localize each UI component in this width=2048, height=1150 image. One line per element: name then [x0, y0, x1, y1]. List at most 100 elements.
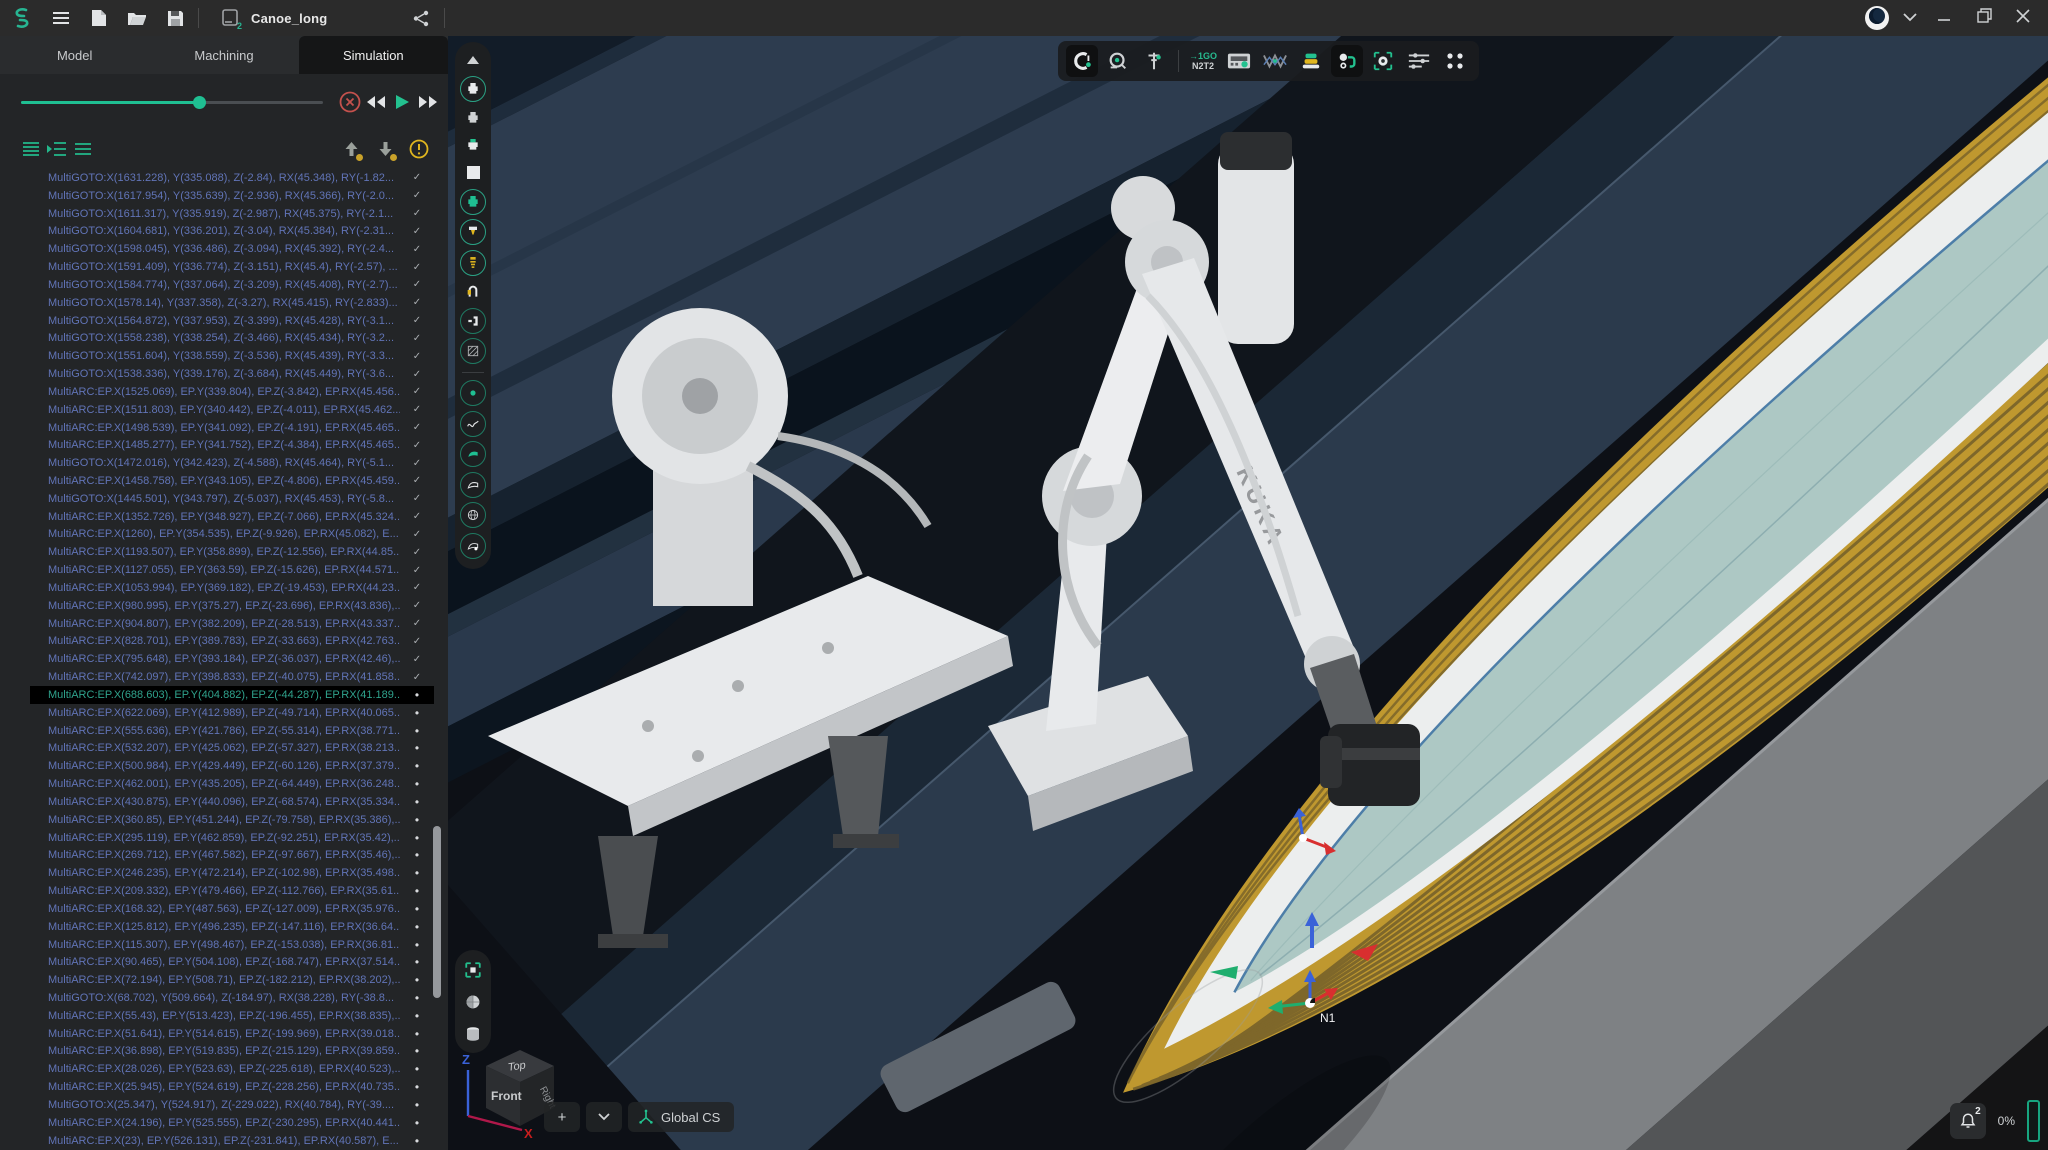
- simulation-progress-slider[interactable]: [21, 95, 323, 109]
- active-cs-selector[interactable]: Global CS: [628, 1102, 734, 1132]
- program-row[interactable]: MultiARC:EP.X(1260), EP.Y(354.535), EP.Z…: [30, 526, 434, 544]
- show-surface-points-icon[interactable]: [460, 533, 486, 559]
- fit-view-icon[interactable]: [460, 958, 486, 981]
- compact-list-icon[interactable]: [70, 136, 96, 162]
- program-row[interactable]: MultiARC:EP.X(904.807), EP.Y(382.209), E…: [30, 615, 434, 633]
- save-button[interactable]: [160, 4, 190, 32]
- tab-machining[interactable]: Machining: [149, 36, 298, 74]
- program-row[interactable]: MultiARC:EP.X(168.32), EP.Y(487.563), EP…: [30, 900, 434, 918]
- stop-button[interactable]: [337, 89, 363, 115]
- program-row[interactable]: MultiGOTO:X(1598.045), Y(336.486), Z(-3.…: [30, 240, 434, 258]
- program-row[interactable]: MultiARC:EP.X(24.196), EP.Y(525.555), EP…: [30, 1114, 434, 1132]
- caliper-measure-button[interactable]: [1138, 45, 1170, 77]
- program-row[interactable]: MultiARC:EP.X(1525.069), EP.Y(339.804), …: [30, 383, 434, 401]
- signal-trace-button[interactable]: [1259, 45, 1291, 77]
- program-row[interactable]: MultiARC:EP.X(72.194), EP.Y(508.71), EP.…: [30, 971, 434, 989]
- apps-grid-button[interactable]: [1439, 45, 1471, 77]
- notifications-button[interactable]: 2: [1950, 1103, 1986, 1139]
- program-row[interactable]: MultiARC:EP.X(36.898), EP.Y(519.835), EP…: [30, 1043, 434, 1061]
- show-machine-head-icon[interactable]: [460, 76, 486, 102]
- show-head-body-icon[interactable]: [460, 106, 486, 129]
- program-row[interactable]: MultiARC:EP.X(500.984), EP.Y(429.449), E…: [30, 757, 434, 775]
- control-panel-button[interactable]: [1223, 45, 1255, 77]
- program-row[interactable]: MultiGOTO:X(1604.681), Y(336.201), Z(-3.…: [30, 222, 434, 240]
- list-view-icon[interactable]: [18, 136, 44, 162]
- program-row[interactable]: MultiARC:EP.X(688.603), EP.Y(404.882), E…: [30, 686, 434, 704]
- program-row[interactable]: MultiARC:EP.X(1498.539), EP.Y(341.092), …: [30, 419, 434, 437]
- show-surface-outline-icon[interactable]: [460, 472, 486, 498]
- program-row[interactable]: MultiGOTO:X(1584.774), Y(337.064), Z(-3.…: [30, 276, 434, 294]
- program-row[interactable]: MultiARC:EP.X(1458.758), EP.Y(343.105), …: [30, 472, 434, 490]
- program-row[interactable]: MultiARC:EP.X(360.85), EP.Y(451.244), EP…: [30, 811, 434, 829]
- display-options-button[interactable]: [1403, 45, 1435, 77]
- machine-sim-mode-button[interactable]: [1066, 45, 1098, 77]
- add-cs-button[interactable]: +: [544, 1102, 580, 1132]
- show-workpiece-hatch-icon[interactable]: [460, 338, 486, 364]
- viewport-3d[interactable]: KUKA N1: [448, 36, 2048, 1150]
- show-tool-icon[interactable]: [460, 219, 486, 245]
- program-row[interactable]: MultiARC:EP.X(295.119), EP.Y(462.859), E…: [30, 829, 434, 847]
- program-row[interactable]: MultiARC:EP.X(269.712), EP.Y(467.582), E…: [30, 846, 434, 864]
- program-row[interactable]: MultiGOTO:X(68.702), Y(509.664), Z(-184.…: [30, 989, 434, 1007]
- minimize-button[interactable]: [1931, 9, 1957, 27]
- program-row[interactable]: MultiARC:EP.X(1053.994), EP.Y(369.182), …: [30, 579, 434, 597]
- program-row[interactable]: MultiGOTO:X(1631.228), Y(335.088), Z(-2.…: [30, 169, 434, 187]
- show-toolpath-curve-icon[interactable]: [460, 411, 486, 437]
- scroll-up-icon[interactable]: [460, 48, 486, 71]
- program-row[interactable]: MultiGOTO:X(1445.501), Y(343.797), Z(-5.…: [30, 490, 434, 508]
- program-row[interactable]: MultiARC:EP.X(25.945), EP.Y(524.619), EP…: [30, 1078, 434, 1096]
- open-project-button[interactable]: [122, 4, 152, 32]
- program-row[interactable]: MultiARC:EP.X(555.636), EP.Y(421.786), E…: [30, 722, 434, 740]
- program-row[interactable]: MultiARC:EP.X(209.332), EP.Y(479.466), E…: [30, 882, 434, 900]
- program-row[interactable]: MultiARC:EP.X(90.465), EP.Y(504.108), EP…: [30, 953, 434, 971]
- program-row[interactable]: MultiARC:EP.X(828.701), EP.Y(389.783), E…: [30, 633, 434, 651]
- rewind-button[interactable]: [363, 89, 389, 115]
- main-menu-button[interactable]: [46, 4, 76, 32]
- new-file-button[interactable]: [84, 4, 114, 32]
- program-row[interactable]: MultiARC:EP.X(742.097), EP.Y(398.833), E…: [30, 668, 434, 686]
- program-list-scrollbar[interactable]: [433, 826, 441, 998]
- program-row[interactable]: MultiARC:EP.X(980.995), EP.Y(375.27), EP…: [30, 597, 434, 615]
- show-surface-shaded-icon[interactable]: [460, 441, 486, 467]
- program-row[interactable]: MultiARC:EP.X(246.235), EP.Y(472.214), E…: [30, 864, 434, 882]
- stock-layers-button[interactable]: [1295, 45, 1327, 77]
- program-row[interactable]: MultiGOTO:X(1617.954), Y(335.639), Z(-2.…: [30, 187, 434, 205]
- program-row[interactable]: MultiARC:EP.X(23), EP.Y(526.131), EP.Z(-…: [30, 1132, 434, 1150]
- follow-current-op-icon[interactable]: [44, 136, 70, 162]
- recent-document-icon[interactable]: 2: [215, 4, 245, 32]
- share-button[interactable]: [413, 4, 430, 32]
- restore-button[interactable]: [1971, 8, 1998, 28]
- warnings-icon[interactable]: [406, 136, 432, 162]
- machine-settings-button[interactable]: [1367, 45, 1399, 77]
- program-row[interactable]: MultiARC:EP.X(51.641), EP.Y(514.615), EP…: [30, 1025, 434, 1043]
- program-row[interactable]: MultiARC:EP.X(28.026), EP.Y(523.63), EP.…: [30, 1060, 434, 1078]
- play-button[interactable]: [389, 89, 415, 115]
- probe-gauge-button[interactable]: [1102, 45, 1134, 77]
- node-link-button[interactable]: [1331, 45, 1363, 77]
- prev-issue-icon[interactable]: [338, 136, 364, 162]
- show-spindle-icon[interactable]: [460, 189, 486, 215]
- show-stock-icon[interactable]: [460, 161, 486, 184]
- app-logo-icon[interactable]: [8, 4, 38, 32]
- account-chevron-down-icon[interactable]: [1903, 9, 1917, 27]
- program-row[interactable]: MultiGOTO:X(1611.317), Y(335.919), Z(-2.…: [30, 205, 434, 223]
- close-button[interactable]: [2012, 9, 2034, 28]
- tab-simulation[interactable]: Simulation: [299, 36, 448, 74]
- program-row[interactable]: MultiARC:EP.X(1127.055), EP.Y(363.59), E…: [30, 561, 434, 579]
- user-avatar[interactable]: [1865, 6, 1889, 30]
- program-list[interactable]: MultiGOTO:X(1631.228), Y(335.088), Z(-2.…: [0, 169, 448, 1150]
- program-row[interactable]: MultiGOTO:X(1472.016), Y(342.423), Z(-4.…: [30, 454, 434, 472]
- show-tool-holder-icon[interactable]: [460, 250, 486, 276]
- program-row[interactable]: MultiARC:EP.X(125.812), EP.Y(496.235), E…: [30, 918, 434, 936]
- slider-knob[interactable]: [193, 96, 206, 109]
- fast-forward-button[interactable]: [415, 89, 441, 115]
- program-row[interactable]: MultiARC:EP.X(1485.277), EP.Y(341.752), …: [30, 436, 434, 454]
- orbit-view-icon[interactable]: [460, 990, 486, 1013]
- show-gcode-icon[interactable]: [460, 308, 486, 334]
- program-row[interactable]: MultiARC:EP.X(1352.726), EP.Y(348.927), …: [30, 508, 434, 526]
- gcode-1go-button[interactable]: →1GO N2T2: [1187, 45, 1219, 77]
- program-row[interactable]: MultiARC:EP.X(462.001), EP.Y(435.205), E…: [30, 775, 434, 793]
- program-row[interactable]: MultiGOTO:X(1551.604), Y(338.559), Z(-3.…: [30, 347, 434, 365]
- show-points-icon[interactable]: [460, 380, 486, 406]
- program-row[interactable]: MultiGOTO:X(25.347), Y(524.917), Z(-229.…: [30, 1096, 434, 1114]
